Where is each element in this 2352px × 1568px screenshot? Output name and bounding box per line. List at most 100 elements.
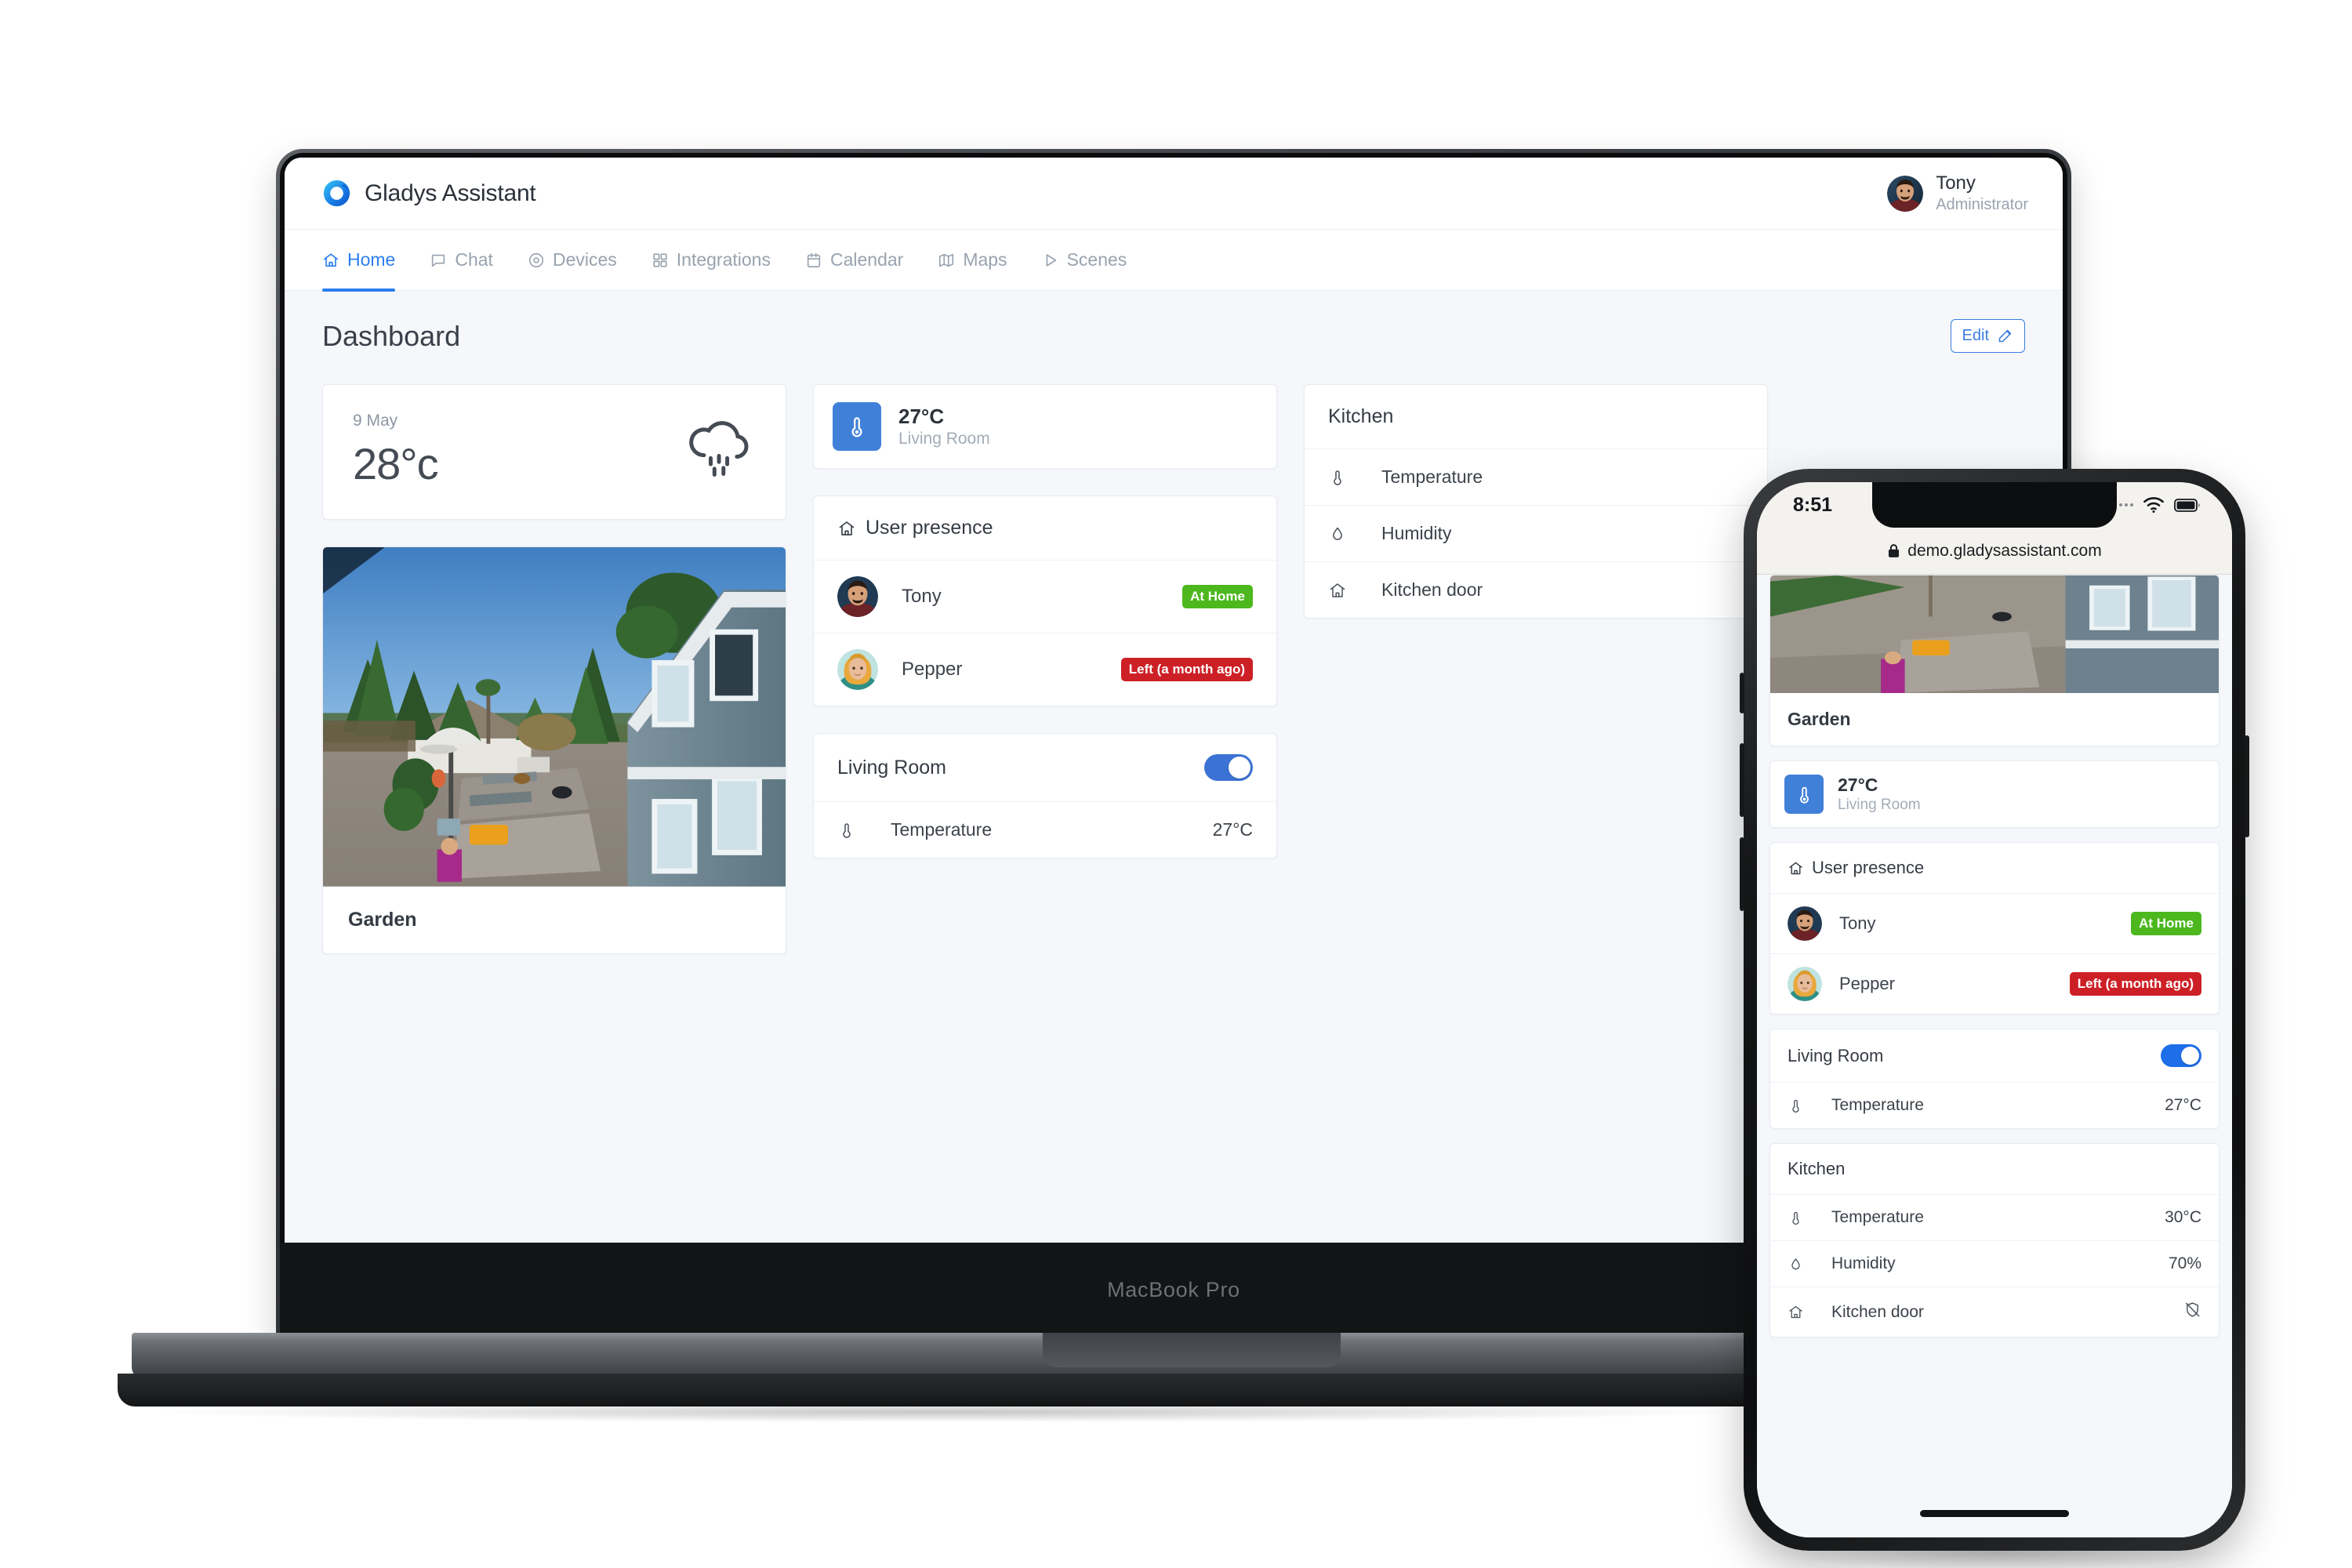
camera-card[interactable]: Garden xyxy=(322,546,786,954)
table-row[interactable]: Temperature 27°C xyxy=(1770,1083,2219,1128)
home-icon xyxy=(1789,862,1802,874)
page-head: Dashboard Edit xyxy=(322,319,2025,353)
edit-button[interactable]: Edit xyxy=(1950,319,2025,353)
row-label: Temperature xyxy=(1831,1096,1924,1114)
user-name: Tony xyxy=(902,586,942,607)
living-room-header: Living Room xyxy=(814,734,1276,802)
device-summary-card[interactable]: 27°C Living Room xyxy=(813,384,1277,469)
phone-device-summary-card[interactable]: 27°C Living Room xyxy=(1769,760,2220,828)
row-label: Humidity xyxy=(1831,1254,1896,1272)
laptop-base-notch xyxy=(1043,1333,1341,1367)
row-label: Kitchen door xyxy=(1381,579,1483,600)
list-item[interactable]: Tony At Home xyxy=(1770,894,2219,954)
laptop-shadow xyxy=(165,1402,1725,1422)
user-presence-card: User presence Tony At Home Pepper Left (… xyxy=(813,495,1277,706)
phone-user-presence-title-wrap: User presence xyxy=(1788,858,1924,878)
app-header: Gladys Assistant Tony Administrator xyxy=(285,158,2063,230)
user-chip[interactable]: Tony Administrator xyxy=(1887,172,2028,215)
row-label: Temperature xyxy=(891,819,993,840)
rain-cloud-icon xyxy=(689,421,749,477)
phone-mute-switch[interactable] xyxy=(1740,673,1744,713)
thermometer-icon xyxy=(1788,1210,1831,1226)
user-role: Administrator xyxy=(1936,196,2028,213)
phone-kitchen-header: Kitchen xyxy=(1770,1144,2219,1195)
nav-item-integrations[interactable]: Integrations xyxy=(634,230,788,291)
user-presence-title: User presence xyxy=(866,517,993,539)
row-label: Kitchen door xyxy=(1831,1302,1924,1321)
user-name: Pepper xyxy=(1839,974,1895,993)
humidity-icon xyxy=(1328,524,1381,543)
nav-item-maps[interactable]: Maps xyxy=(920,230,1024,291)
list-item[interactable]: Pepper Left (a month ago) xyxy=(814,633,1276,706)
list-item[interactable]: Tony At Home xyxy=(814,561,1276,633)
nav-item-scenes[interactable]: Scenes xyxy=(1025,230,1145,291)
table-row[interactable]: Humidity 70% xyxy=(1770,1241,2219,1287)
avatar xyxy=(837,649,878,690)
weather-card: 9 May 28°c xyxy=(322,384,786,520)
phone-url-text: demo.gladysassistant.com xyxy=(1907,541,2102,560)
table-row[interactable]: Temperature 30°C xyxy=(1770,1195,2219,1241)
dashboard-column-3: Kitchen Temperature Humidity Kitchen doo… xyxy=(1304,384,1768,619)
brand-name: Gladys Assistant xyxy=(365,180,536,206)
home-icon xyxy=(1328,581,1381,600)
edit-button-label: Edit xyxy=(1962,327,1989,344)
living-room-toggle[interactable] xyxy=(1204,754,1253,781)
phone-camera-card[interactable]: Garden xyxy=(1769,575,2220,746)
user-presence-title: User presence xyxy=(1812,858,1925,877)
status-badge: At Home xyxy=(2131,912,2201,935)
user-name: Tony xyxy=(1839,913,1876,933)
phone-volume-up-button[interactable] xyxy=(1740,743,1744,817)
row-value: 27°C xyxy=(2165,1096,2201,1114)
garden-camera-image xyxy=(1770,575,2219,693)
thermometer-icon xyxy=(837,821,891,840)
table-row[interactable]: Temperature xyxy=(1305,449,1767,506)
nav-item-calendar[interactable]: Calendar xyxy=(788,230,920,291)
edit-pencil-icon xyxy=(1998,329,2012,343)
laptop-model-label: MacBook Pro xyxy=(1107,1277,1240,1301)
phone-content: Garden 27°C Living Room User presence To… xyxy=(1757,575,2232,1537)
nav-item-label: Calendar xyxy=(829,249,904,270)
humidity-icon xyxy=(1788,1256,1831,1272)
list-item[interactable]: Pepper Left (a month ago) xyxy=(1770,954,2219,1014)
thermometer-icon xyxy=(1788,1098,1831,1114)
phone-power-button[interactable] xyxy=(2245,735,2249,837)
nav-item-devices[interactable]: Devices xyxy=(510,230,634,291)
avatar xyxy=(1788,967,1822,1001)
brand[interactable]: Gladys Assistant xyxy=(322,179,536,208)
table-row[interactable]: Humidity xyxy=(1305,506,1767,562)
user-presence-title-wrap: User presence xyxy=(837,517,993,539)
device-summary-value: 27°C xyxy=(1838,775,1878,796)
kitchen-title: Kitchen xyxy=(1328,405,1394,427)
dashboard-column-1: 9 May 28°c Garden xyxy=(322,384,786,954)
calendar-icon xyxy=(807,252,821,267)
devices-icon xyxy=(528,252,544,267)
user-presence-header: User presence xyxy=(814,496,1276,561)
phone-living-room-card: Living Room Temperature 27°C xyxy=(1769,1029,2220,1129)
phone-scroll-area: Garden 27°C Living Room User presence To… xyxy=(1757,575,2232,1338)
device-summary-room: Living Room xyxy=(1838,796,1921,813)
home-icon xyxy=(1788,1304,1831,1320)
home-icon xyxy=(839,521,855,535)
kitchen-title: Kitchen xyxy=(1788,1159,1846,1178)
nav-item-chat[interactable]: Chat xyxy=(412,230,510,291)
table-row[interactable]: Kitchen door xyxy=(1770,1287,2219,1337)
shield-off-icon[interactable] xyxy=(2183,1301,2201,1323)
row-value: 27°C xyxy=(1212,819,1253,840)
living-room-card: Living Room Temperature 27°C xyxy=(813,733,1277,858)
user-name: Pepper xyxy=(902,659,963,680)
phone-user-presence-header: User presence xyxy=(1770,843,2219,894)
garden-camera-image xyxy=(323,547,786,887)
table-row[interactable]: Kitchen door xyxy=(1305,562,1767,618)
phone-url-bar[interactable]: demo.gladysassistant.com xyxy=(1757,528,2232,575)
phone-volume-down-button[interactable] xyxy=(1740,837,1744,911)
row-value: 70% xyxy=(2168,1254,2201,1272)
status-badge: At Home xyxy=(1182,585,1253,608)
page-title: Dashboard xyxy=(322,319,461,352)
table-row[interactable]: Temperature 27°C xyxy=(814,802,1276,858)
thermometer-icon xyxy=(1784,775,1824,814)
phone-home-indicator[interactable] xyxy=(1920,1510,2069,1517)
phone-screen: 8:51 demo.gladysassistant.com Garden 27°… xyxy=(1757,482,2232,1537)
nav-item-home[interactable]: Home xyxy=(322,230,412,292)
chat-icon xyxy=(432,254,445,267)
living-room-toggle[interactable] xyxy=(2161,1044,2201,1067)
